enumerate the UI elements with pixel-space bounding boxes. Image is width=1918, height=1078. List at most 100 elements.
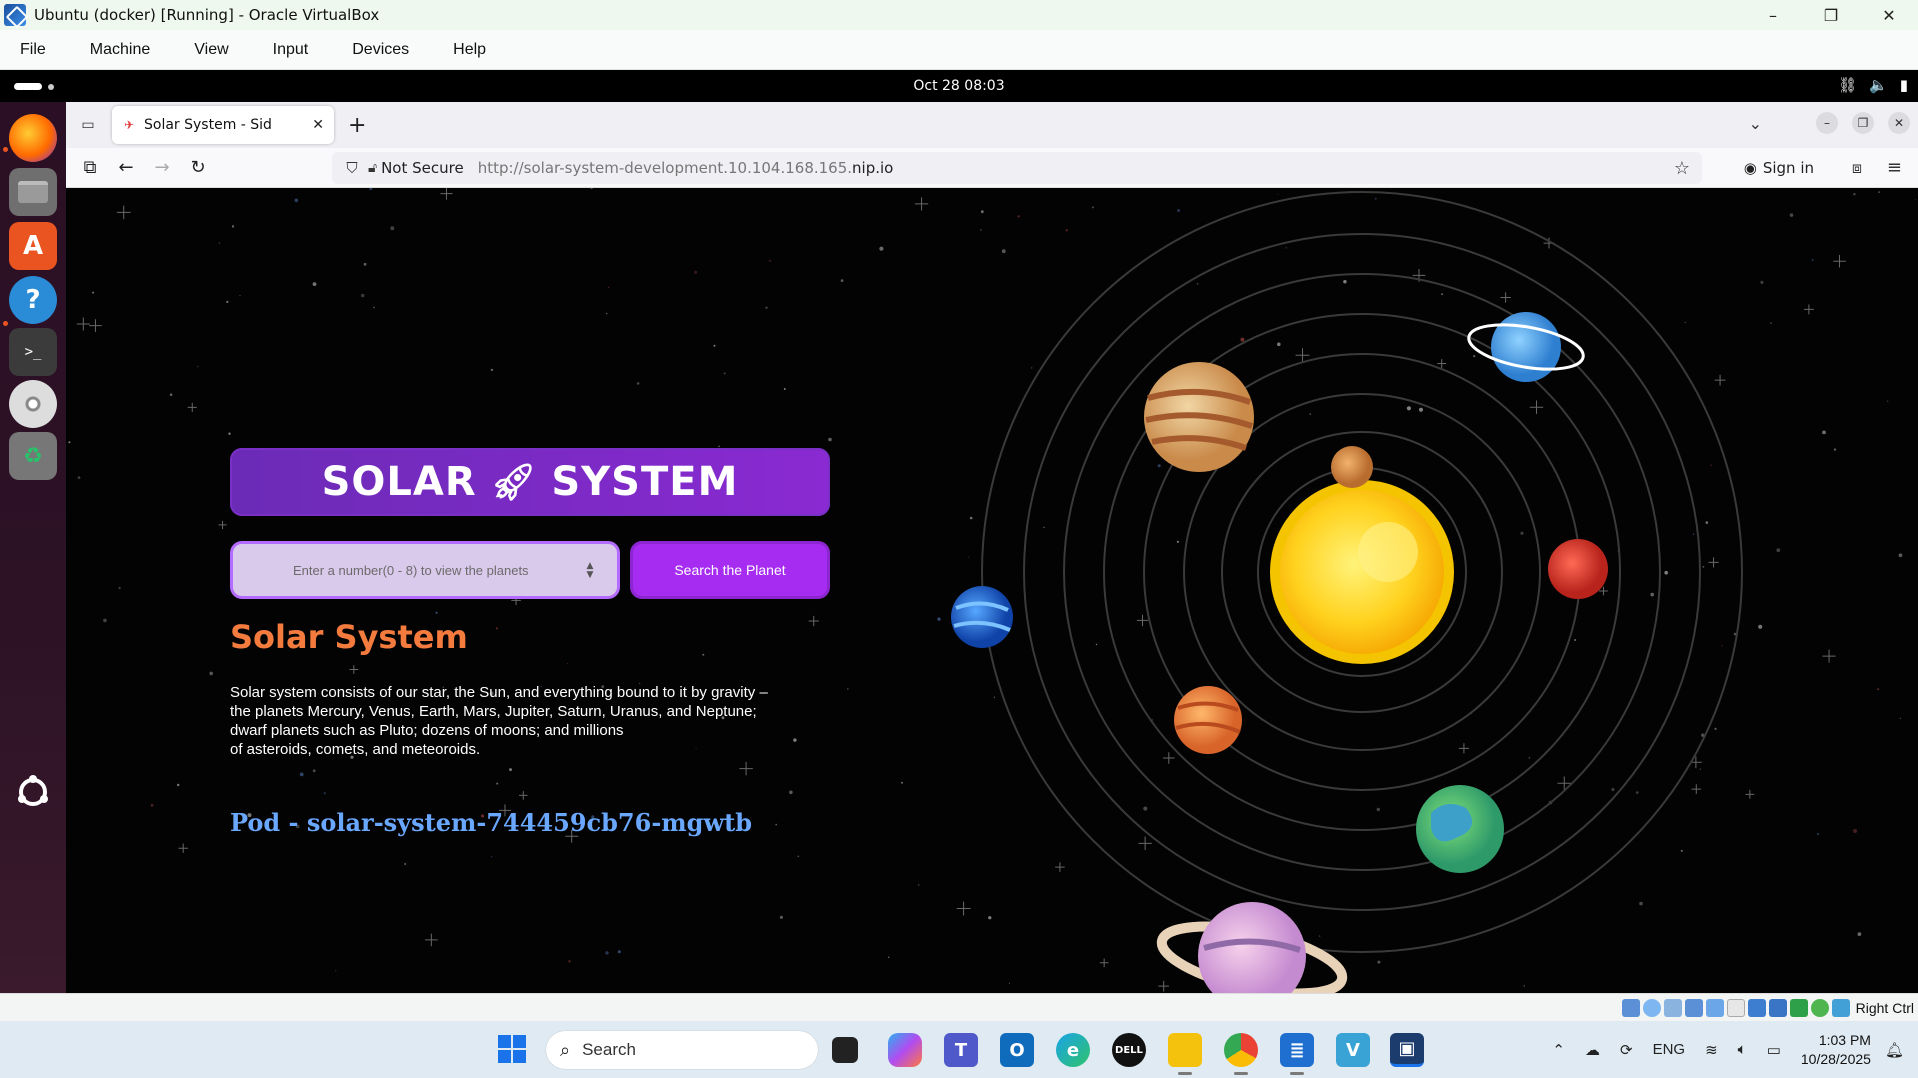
- restore-button[interactable]: ❐: [1802, 0, 1860, 30]
- volume-icon[interactable]: 🔈: [1869, 76, 1888, 94]
- extensions-icon[interactable]: ⧈: [1852, 158, 1862, 178]
- display-status-icon[interactable]: [1747, 998, 1766, 1017]
- network-icon[interactable]: ⛓: [1838, 76, 1857, 94]
- app-center-icon[interactable]: A: [9, 222, 57, 270]
- outlook-icon[interactable]: O: [1000, 1033, 1034, 1067]
- star-dot: [495, 627, 498, 630]
- star-dot: [490, 368, 494, 372]
- number-stepper-icon[interactable]: ▲ ▼: [583, 562, 597, 582]
- file-explorer-icon[interactable]: [1168, 1033, 1202, 1067]
- cpu-status-icon[interactable]: [1789, 998, 1808, 1017]
- vscode-icon[interactable]: V: [1336, 1033, 1370, 1067]
- battery-icon[interactable]: ▭: [1767, 1041, 1781, 1059]
- list-all-tabs-icon[interactable]: ▭: [68, 117, 108, 133]
- star-sparkle: [1833, 255, 1846, 268]
- url-bar[interactable]: ⛉ 🔓︎ Not Secure http://solar-system-deve…: [332, 152, 1702, 184]
- wifi-icon[interactable]: ≋: [1705, 1041, 1718, 1059]
- files-icon[interactable]: [9, 168, 57, 216]
- speaker-icon[interactable]: 🔈︎: [1738, 1041, 1747, 1058]
- star-dot: [360, 293, 365, 298]
- shared-folders-icon[interactable]: [1726, 998, 1745, 1017]
- window-title: Ubuntu (docker) [Running] - Oracle Virtu…: [34, 6, 380, 24]
- star-dot: [879, 246, 884, 251]
- star-dot: [567, 663, 569, 665]
- task-view-icon[interactable]: [832, 1037, 858, 1063]
- chevron-up-icon[interactable]: ⌃: [1552, 1041, 1565, 1059]
- edge-icon[interactable]: e: [1056, 1033, 1090, 1067]
- ubuntu-dock: A ? >_ ♻: [0, 102, 66, 993]
- dell-icon[interactable]: DELL: [1112, 1033, 1146, 1067]
- tab-solar-system[interactable]: ✈ Solar System - Sid ✕: [112, 106, 334, 144]
- chevron-down-icon[interactable]: ⌄: [1749, 114, 1762, 133]
- menu-file[interactable]: File: [0, 41, 68, 59]
- star-dot: [150, 804, 154, 807]
- hdd-status-icon[interactable]: [1621, 998, 1640, 1017]
- keyboard-capture-icon[interactable]: [1831, 998, 1850, 1017]
- copilot-icon[interactable]: [888, 1033, 922, 1067]
- battery-icon[interactable]: ▮: [1900, 76, 1908, 94]
- onedrive-icon[interactable]: ☁: [1585, 1041, 1600, 1059]
- mouse-integration-icon[interactable]: [1810, 998, 1829, 1017]
- web-page: SOLAR 🚀︎ SYSTEM ▲▼ Search the Planet Sol…: [66, 188, 1918, 993]
- star-dot: [118, 586, 121, 590]
- ff-minimize-button[interactable]: –: [1816, 112, 1838, 134]
- audio-status-icon[interactable]: [1663, 998, 1682, 1017]
- bookmark-star-icon[interactable]: ☆: [1674, 158, 1690, 179]
- tab-title: Solar System - Sid: [144, 117, 272, 133]
- star-sparkle: [739, 761, 753, 776]
- minimize-button[interactable]: –: [1744, 0, 1802, 30]
- show-apps-icon[interactable]: [9, 768, 57, 816]
- shield-icon[interactable]: ⛉: [338, 159, 366, 177]
- sign-in-button[interactable]: ◉ Sign in: [1744, 159, 1814, 177]
- disc-icon[interactable]: [9, 380, 57, 428]
- close-button[interactable]: ✕: [1860, 0, 1918, 30]
- sidebar-toggle-icon[interactable]: ⧉: [72, 152, 108, 184]
- star-dot: [1822, 430, 1826, 435]
- virtualbox-taskbar-icon[interactable]: ▣: [1390, 1033, 1424, 1067]
- back-button[interactable]: ←: [108, 152, 144, 184]
- planet-number-input[interactable]: [293, 562, 595, 578]
- taskbar-clock[interactable]: 1:03 PM 10/28/2025: [1801, 1031, 1871, 1069]
- gnome-clock[interactable]: Oct 28 08:03: [913, 78, 1004, 94]
- url-text[interactable]: http://solar-system-development.10.104.1…: [478, 159, 894, 177]
- activities-button[interactable]: [14, 83, 54, 90]
- menu-machine[interactable]: Machine: [68, 41, 172, 59]
- star-dot: [1833, 448, 1837, 451]
- planet-heading: Solar System: [230, 618, 468, 656]
- taskbar-search[interactable]: ⌕ Search: [546, 1031, 818, 1069]
- star-dot: [92, 291, 95, 294]
- menu-help[interactable]: Help: [431, 41, 508, 59]
- vbox-menubar: File Machine View Input Devices Help: [0, 30, 1918, 70]
- menu-devices[interactable]: Devices: [330, 41, 431, 59]
- tab-close-icon[interactable]: ✕: [312, 117, 324, 133]
- insecure-lock-icon[interactable]: 🔓︎: [368, 160, 377, 176]
- planet-number-field[interactable]: ▲▼: [230, 541, 620, 599]
- venus-icon: [1174, 686, 1242, 754]
- windows-start-icon[interactable]: [498, 1035, 526, 1063]
- firefox-icon[interactable]: [9, 114, 57, 162]
- not-secure-label[interactable]: Not Secure: [381, 159, 464, 177]
- menu-input[interactable]: Input: [251, 41, 331, 59]
- help-icon[interactable]: ?: [9, 276, 57, 324]
- recording-status-icon[interactable]: [1768, 998, 1787, 1017]
- notepad-icon[interactable]: ≣: [1280, 1033, 1314, 1067]
- trash-icon[interactable]: ♻: [9, 432, 57, 480]
- ff-close-button[interactable]: ✕: [1888, 112, 1910, 134]
- new-tab-button[interactable]: +: [348, 113, 366, 138]
- ff-restore-button[interactable]: ❐: [1852, 112, 1874, 134]
- forward-button[interactable]: →: [144, 152, 180, 184]
- chrome-icon[interactable]: [1224, 1033, 1258, 1067]
- network-status-icon[interactable]: [1684, 998, 1703, 1017]
- reload-button[interactable]: ↻: [180, 152, 216, 184]
- search-planet-button[interactable]: Search the Planet: [630, 541, 830, 599]
- usb-status-icon[interactable]: [1705, 998, 1724, 1017]
- hamburger-menu-icon[interactable]: ≡: [1887, 157, 1902, 178]
- teams-icon[interactable]: T: [944, 1033, 978, 1067]
- notification-bell-icon[interactable]: 🔔︎: [1885, 1041, 1904, 1059]
- star-dot: [218, 242, 221, 244]
- sync-icon[interactable]: ⟳: [1620, 1041, 1633, 1059]
- terminal-icon[interactable]: >_: [9, 328, 57, 376]
- language-indicator[interactable]: ENG: [1653, 1041, 1686, 1058]
- optical-status-icon[interactable]: [1642, 998, 1661, 1017]
- menu-view[interactable]: View: [172, 41, 250, 59]
